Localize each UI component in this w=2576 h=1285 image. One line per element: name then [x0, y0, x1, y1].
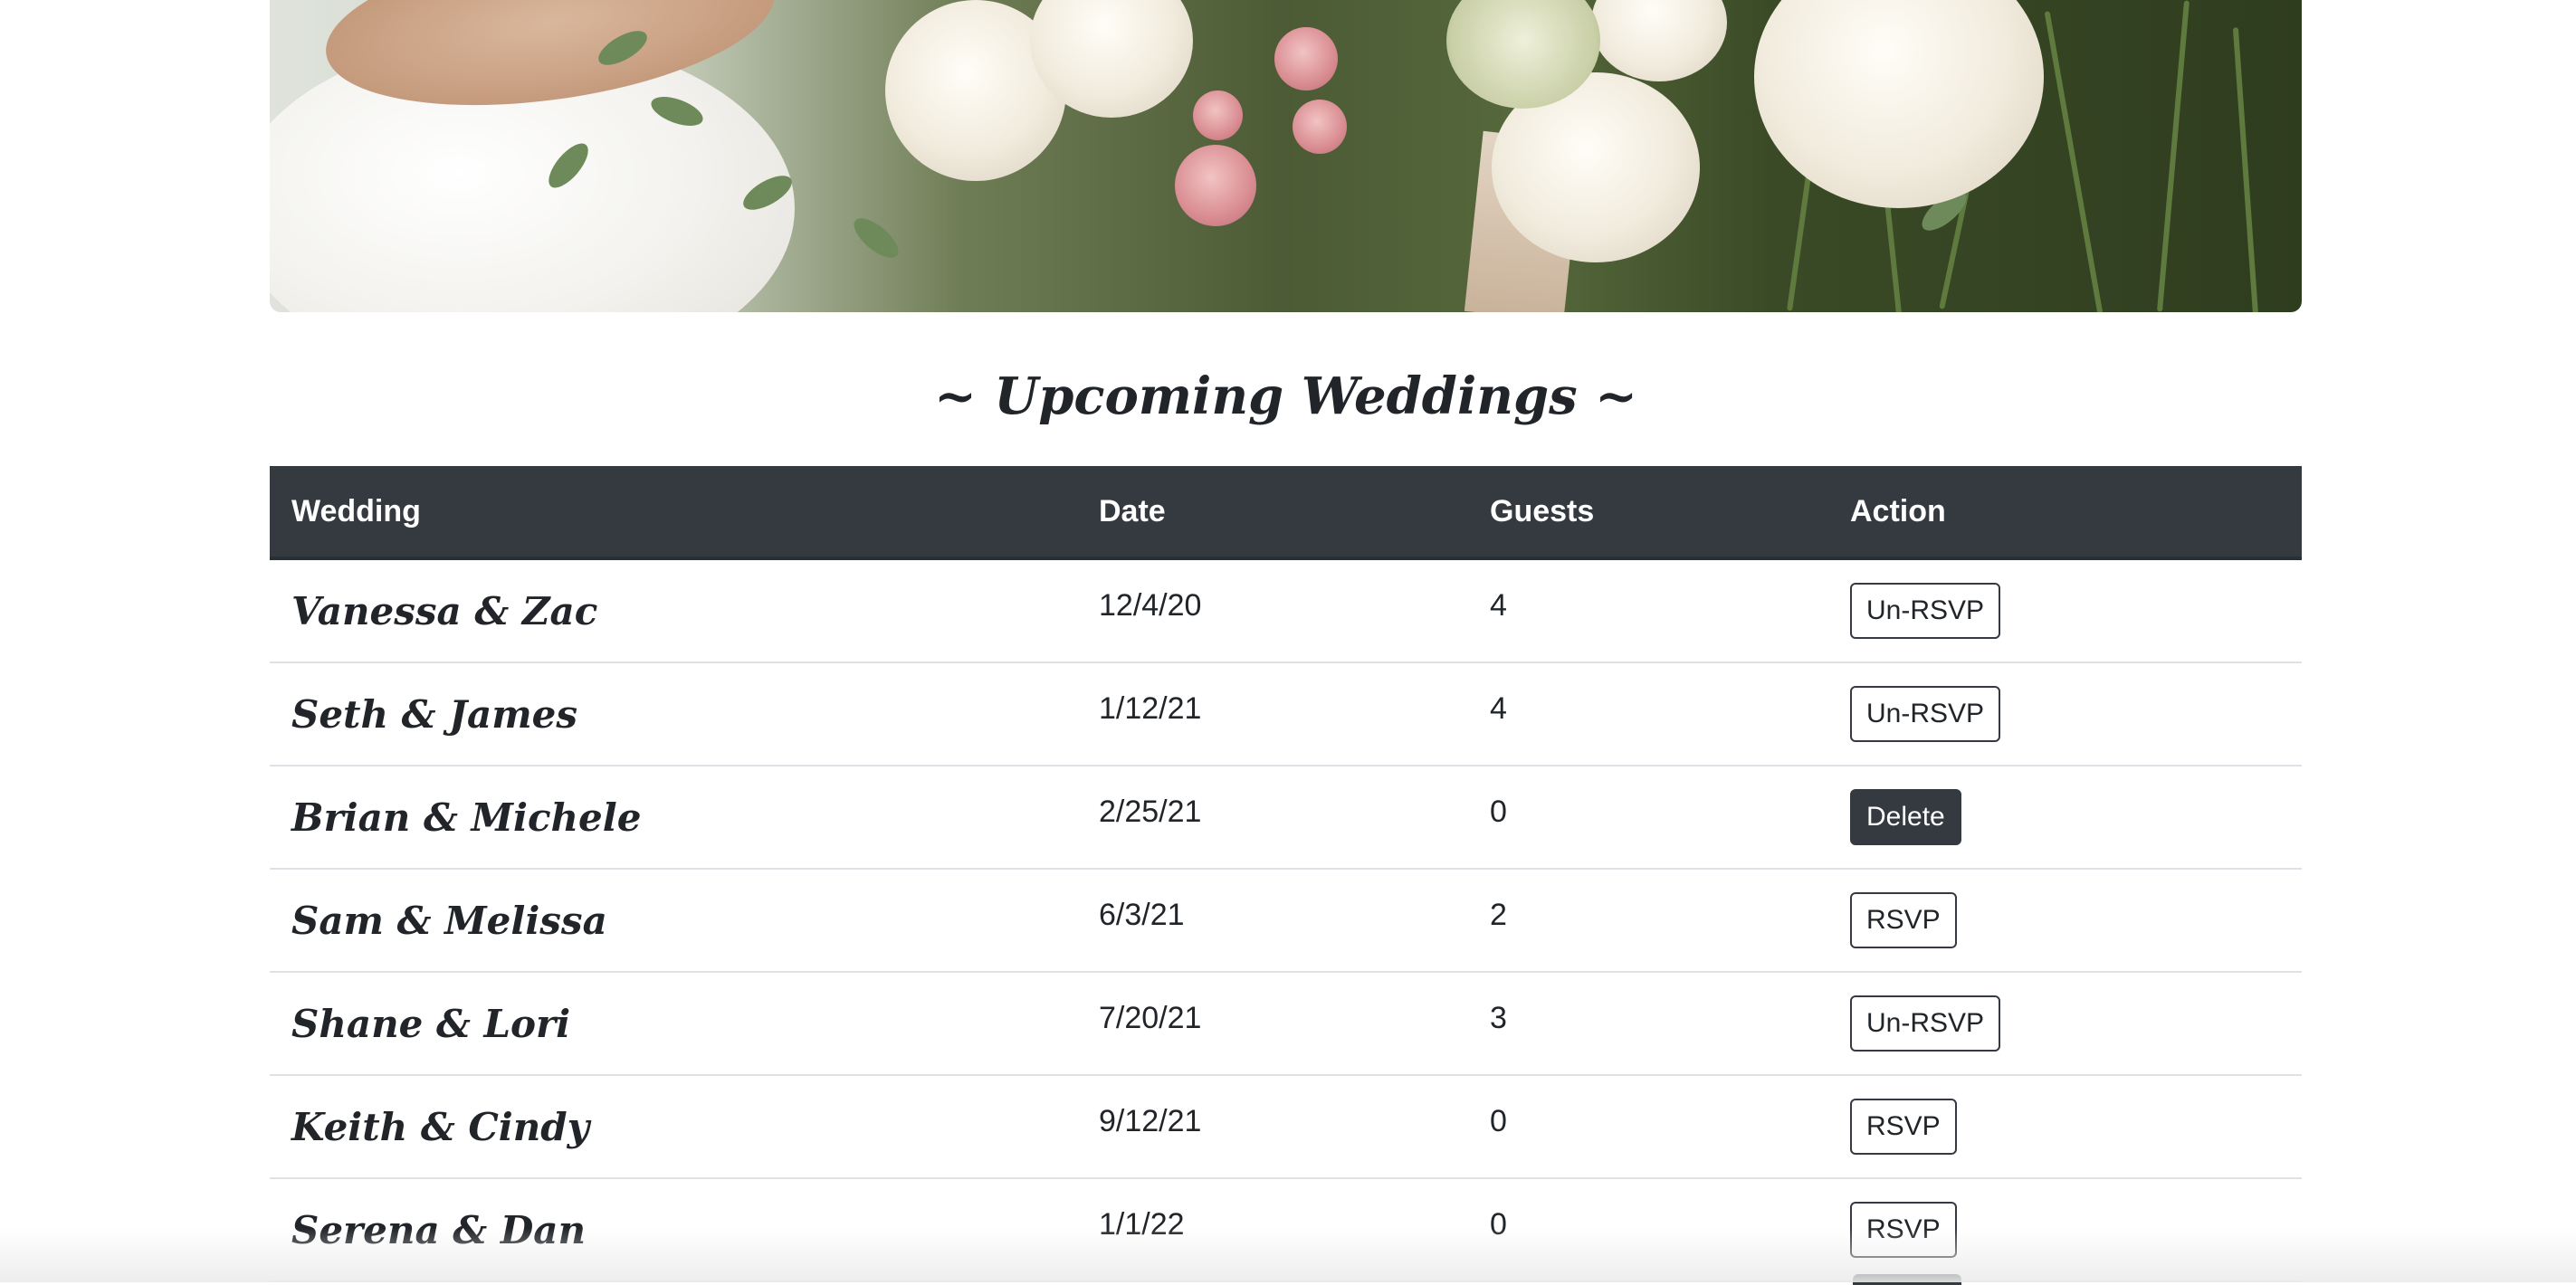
- weddings-table: Wedding Date Guests Action Vanessa & Zac…: [270, 466, 2302, 1282]
- un-rsvp-button[interactable]: Un-RSVP: [1850, 583, 2000, 639]
- guest-count: 2: [1490, 898, 1507, 932]
- un-rsvp-button[interactable]: Un-RSVP: [1850, 686, 2000, 742]
- column-header-action: Action: [1828, 466, 2302, 558]
- bottom-fade-overlay: [0, 1228, 2576, 1282]
- wedding-name: Vanessa & Zac: [291, 589, 597, 633]
- delete-button[interactable]: Delete: [1850, 789, 1961, 845]
- column-header-date: Date: [1077, 466, 1468, 558]
- table-row: Brian & Michele 2/25/21 0 Delete: [270, 766, 2302, 869]
- hero-image: [270, 0, 2302, 312]
- wedding-date: 2/25/21: [1099, 795, 1201, 829]
- wedding-name: Sam & Melissa: [291, 899, 607, 943]
- un-rsvp-button[interactable]: Un-RSVP: [1850, 995, 2000, 1052]
- table-row: Seth & James 1/12/21 4 Un-RSVP: [270, 662, 2302, 766]
- guest-count: 4: [1490, 588, 1507, 623]
- wedding-date: 6/3/21: [1099, 898, 1185, 932]
- wedding-name: Seth & James: [291, 692, 577, 737]
- rsvp-button[interactable]: RSVP: [1850, 892, 1957, 948]
- wedding-date: 1/12/21: [1099, 691, 1201, 726]
- wedding-name: Keith & Cindy: [291, 1105, 589, 1149]
- column-header-wedding: Wedding: [270, 466, 1077, 558]
- table-row: Shane & Lori 7/20/21 3 Un-RSVP: [270, 972, 2302, 1075]
- page-title: ~ Upcoming Weddings ~: [270, 366, 2302, 430]
- guest-count: 0: [1490, 1104, 1507, 1138]
- table-row: Vanessa & Zac 12/4/20 4 Un-RSVP: [270, 558, 2302, 662]
- page-container: ~ Upcoming Weddings ~ Wedding Date Guest…: [270, 0, 2302, 1282]
- wedding-date: 9/12/21: [1099, 1104, 1201, 1138]
- guest-count: 4: [1490, 691, 1507, 726]
- guest-count: 0: [1490, 795, 1507, 829]
- table-row: Keith & Cindy 9/12/21 0 RSVP: [270, 1075, 2302, 1178]
- wedding-date: 12/4/20: [1099, 588, 1201, 623]
- wedding-name: Brian & Michele: [291, 795, 641, 840]
- column-header-guests: Guests: [1468, 466, 1828, 558]
- table-header-row: Wedding Date Guests Action: [270, 466, 2302, 558]
- wedding-date: 7/20/21: [1099, 1001, 1201, 1035]
- wedding-name: Shane & Lori: [291, 1002, 570, 1046]
- table-row: Sam & Melissa 6/3/21 2 RSVP: [270, 869, 2302, 972]
- guest-count: 3: [1490, 1001, 1507, 1035]
- rsvp-button[interactable]: RSVP: [1850, 1099, 1957, 1155]
